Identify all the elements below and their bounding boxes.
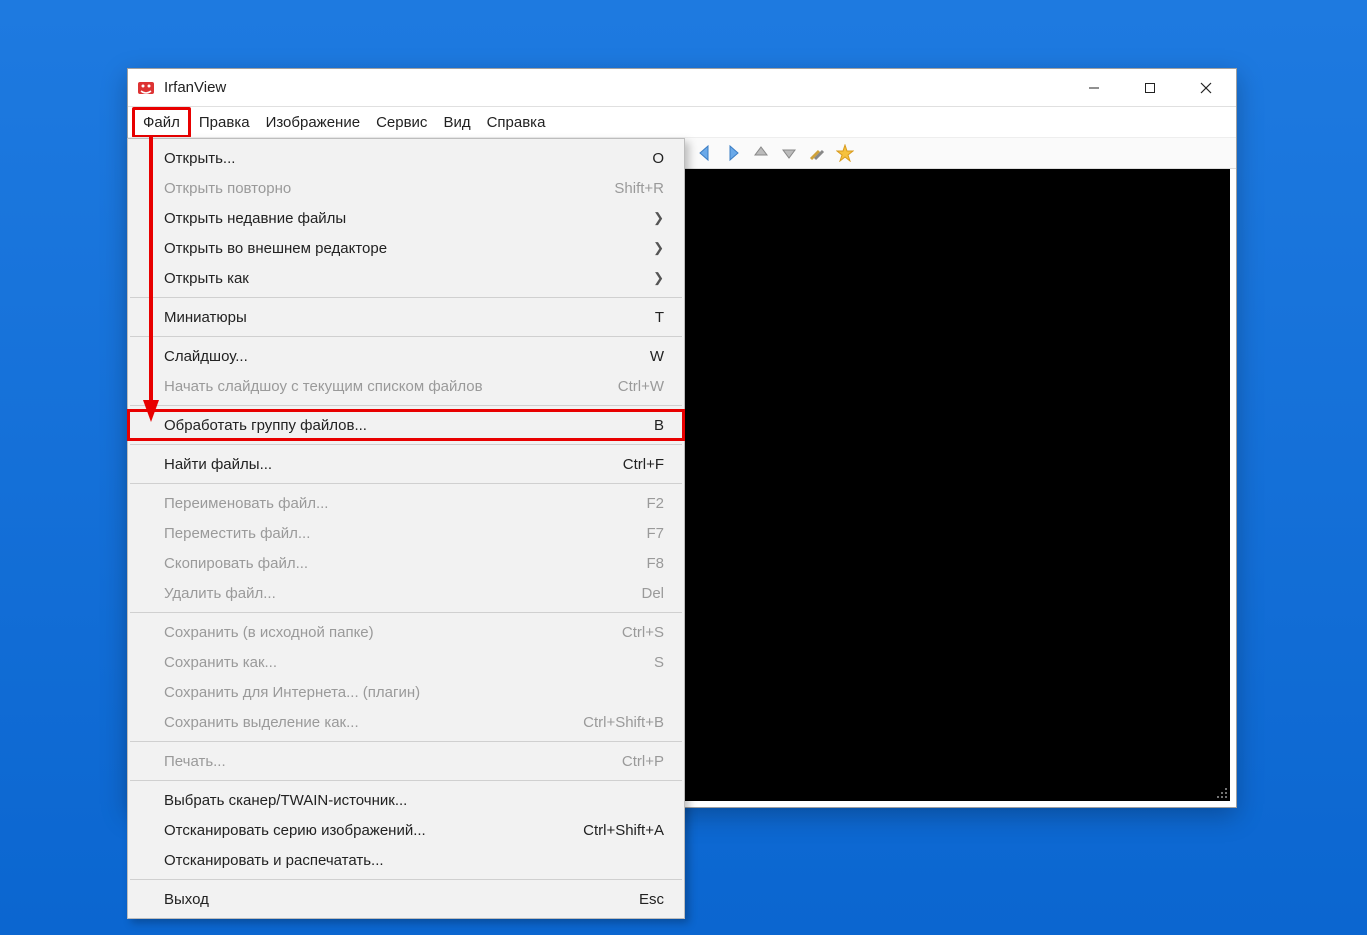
menu-separator [130, 612, 682, 613]
menu-item-shortcut: Ctrl+W [618, 378, 664, 395]
menu-item-label: Отсканировать серию изображений... [164, 822, 426, 839]
menu-item-shortcut: Ctrl+S [622, 624, 664, 641]
menu-item-label: Открыть повторно [164, 180, 291, 197]
menu-item-label: Открыть недавние файлы [164, 210, 346, 227]
menu-item: Печать... Ctrl+P [128, 746, 684, 776]
toolbar-up-icon[interactable] [749, 141, 773, 165]
menu-item[interactable]: Выбрать сканер/TWAIN-источник... [128, 785, 684, 815]
menu-separator [130, 405, 682, 406]
window-title: IrfanView [164, 79, 226, 96]
menu-item-label: Слайдшоу... [164, 348, 248, 365]
menu-item-label: Печать... [164, 753, 226, 770]
menu-item-label: Обработать группу файлов... [164, 417, 367, 434]
menu-item[interactable]: Слайдшоу... W [128, 341, 684, 371]
toolbar-prev-icon[interactable] [693, 141, 717, 165]
app-icon [136, 78, 156, 98]
menu-item: Сохранить (в исходной папке) Ctrl+S [128, 617, 684, 647]
menu-item-shortcut: F7 [646, 525, 664, 542]
menu-item: Сохранить выделение как... Ctrl+Shift+B [128, 707, 684, 737]
menu-вид[interactable]: Вид [435, 110, 478, 135]
menu-separator [130, 741, 682, 742]
menu-item-shortcut: Ctrl+Shift+A [583, 822, 664, 839]
menu-item: Открыть повторно Shift+R [128, 173, 684, 203]
menu-item-label: Выход [164, 891, 209, 908]
menu-item-shortcut: F8 [646, 555, 664, 572]
menu-item-label: Сохранить выделение как... [164, 714, 359, 731]
menu-item[interactable]: Выход Esc [128, 884, 684, 914]
toolbar-star-icon[interactable] [833, 141, 857, 165]
menu-item: Скопировать файл... F8 [128, 548, 684, 578]
menu-item-shortcut: Del [641, 585, 664, 602]
menu-item: Удалить файл... Del [128, 578, 684, 608]
menu-item[interactable]: Открыть во внешнем редакторе ❯ [128, 233, 684, 263]
maximize-button[interactable] [1122, 70, 1178, 106]
menu-item-label: Переименовать файл... [164, 495, 328, 512]
titlebar: IrfanView [128, 69, 1236, 107]
menubar: ФайлПравкаИзображениеСервисВидСправка [128, 107, 1236, 137]
submenu-arrow-icon: ❯ [653, 240, 664, 256]
resize-grip-icon[interactable] [1214, 785, 1228, 799]
menu-item-label: Открыть как [164, 270, 249, 287]
menu-изображение[interactable]: Изображение [258, 110, 369, 135]
menu-item-shortcut: W [650, 348, 664, 365]
submenu-arrow-icon: ❯ [653, 270, 664, 286]
menu-сервис[interactable]: Сервис [368, 110, 435, 135]
menu-separator [130, 483, 682, 484]
menu-item-label: Найти файлы... [164, 456, 272, 473]
menu-item[interactable]: Отсканировать серию изображений... Ctrl+S… [128, 815, 684, 845]
menu-item-label: Выбрать сканер/TWAIN-источник... [164, 792, 407, 809]
menu-файл[interactable]: Файл [132, 107, 191, 138]
menu-separator [130, 444, 682, 445]
menu-item[interactable]: Открыть недавние файлы ❯ [128, 203, 684, 233]
toolbar-down-icon[interactable] [777, 141, 801, 165]
menu-item[interactable]: Найти файлы... Ctrl+F [128, 449, 684, 479]
menu-item-shortcut: S [654, 654, 664, 671]
close-button[interactable] [1178, 70, 1234, 106]
menu-separator [130, 297, 682, 298]
menu-separator [130, 879, 682, 880]
menu-item-label: Сохранить (в исходной папке) [164, 624, 374, 641]
menu-item-shortcut: Ctrl+P [622, 753, 664, 770]
menu-item[interactable]: Открыть как ❯ [128, 263, 684, 293]
menu-item-shortcut: T [655, 309, 664, 326]
toolbar-tools-icon[interactable] [805, 141, 829, 165]
menu-item: Сохранить для Интернета... (плагин) [128, 677, 684, 707]
menu-item-shortcut: Ctrl+Shift+B [583, 714, 664, 731]
file-menu-dropdown: Открыть...OОткрыть повторноShift+RОткрыт… [127, 138, 685, 919]
submenu-arrow-icon: ❯ [653, 210, 664, 226]
toolbar-next-icon[interactable] [721, 141, 745, 165]
menu-item-label: Скопировать файл... [164, 555, 308, 572]
menu-item-label: Сохранить как... [164, 654, 277, 671]
window-controls [1066, 70, 1234, 106]
menu-separator [130, 336, 682, 337]
menu-item-shortcut: Shift+R [614, 180, 664, 197]
menu-item-shortcut: Ctrl+F [623, 456, 664, 473]
menu-правка[interactable]: Правка [191, 110, 258, 135]
menu-item-shortcut: Esc [639, 891, 664, 908]
menu-item-shortcut: F2 [646, 495, 664, 512]
minimize-button[interactable] [1066, 70, 1122, 106]
menu-item-shortcut: B [654, 417, 664, 434]
menu-item-shortcut: O [652, 150, 664, 167]
menu-item-label: Удалить файл... [164, 585, 276, 602]
menu-item: Начать слайдшоу с текущим списком файлов… [128, 371, 684, 401]
menu-item: Переместить файл... F7 [128, 518, 684, 548]
menu-item-label: Отсканировать и распечатать... [164, 852, 384, 869]
menu-item: Сохранить как... S [128, 647, 684, 677]
menu-item[interactable]: Обработать группу файлов... B [128, 410, 684, 440]
menu-item-label: Сохранить для Интернета... (плагин) [164, 684, 420, 701]
menu-item-label: Открыть во внешнем редакторе [164, 240, 387, 257]
menu-item-label: Миниатюры [164, 309, 247, 326]
menu-separator [130, 780, 682, 781]
menu-item: Переименовать файл... F2 [128, 488, 684, 518]
menu-справка[interactable]: Справка [479, 110, 554, 135]
menu-item-label: Переместить файл... [164, 525, 310, 542]
menu-item[interactable]: Отсканировать и распечатать... [128, 845, 684, 875]
menu-item[interactable]: Миниатюры T [128, 302, 684, 332]
menu-item[interactable]: Открыть... O [128, 143, 684, 173]
menu-item-label: Начать слайдшоу с текущим списком файлов [164, 378, 483, 395]
menu-item-label: Открыть... [164, 150, 235, 167]
